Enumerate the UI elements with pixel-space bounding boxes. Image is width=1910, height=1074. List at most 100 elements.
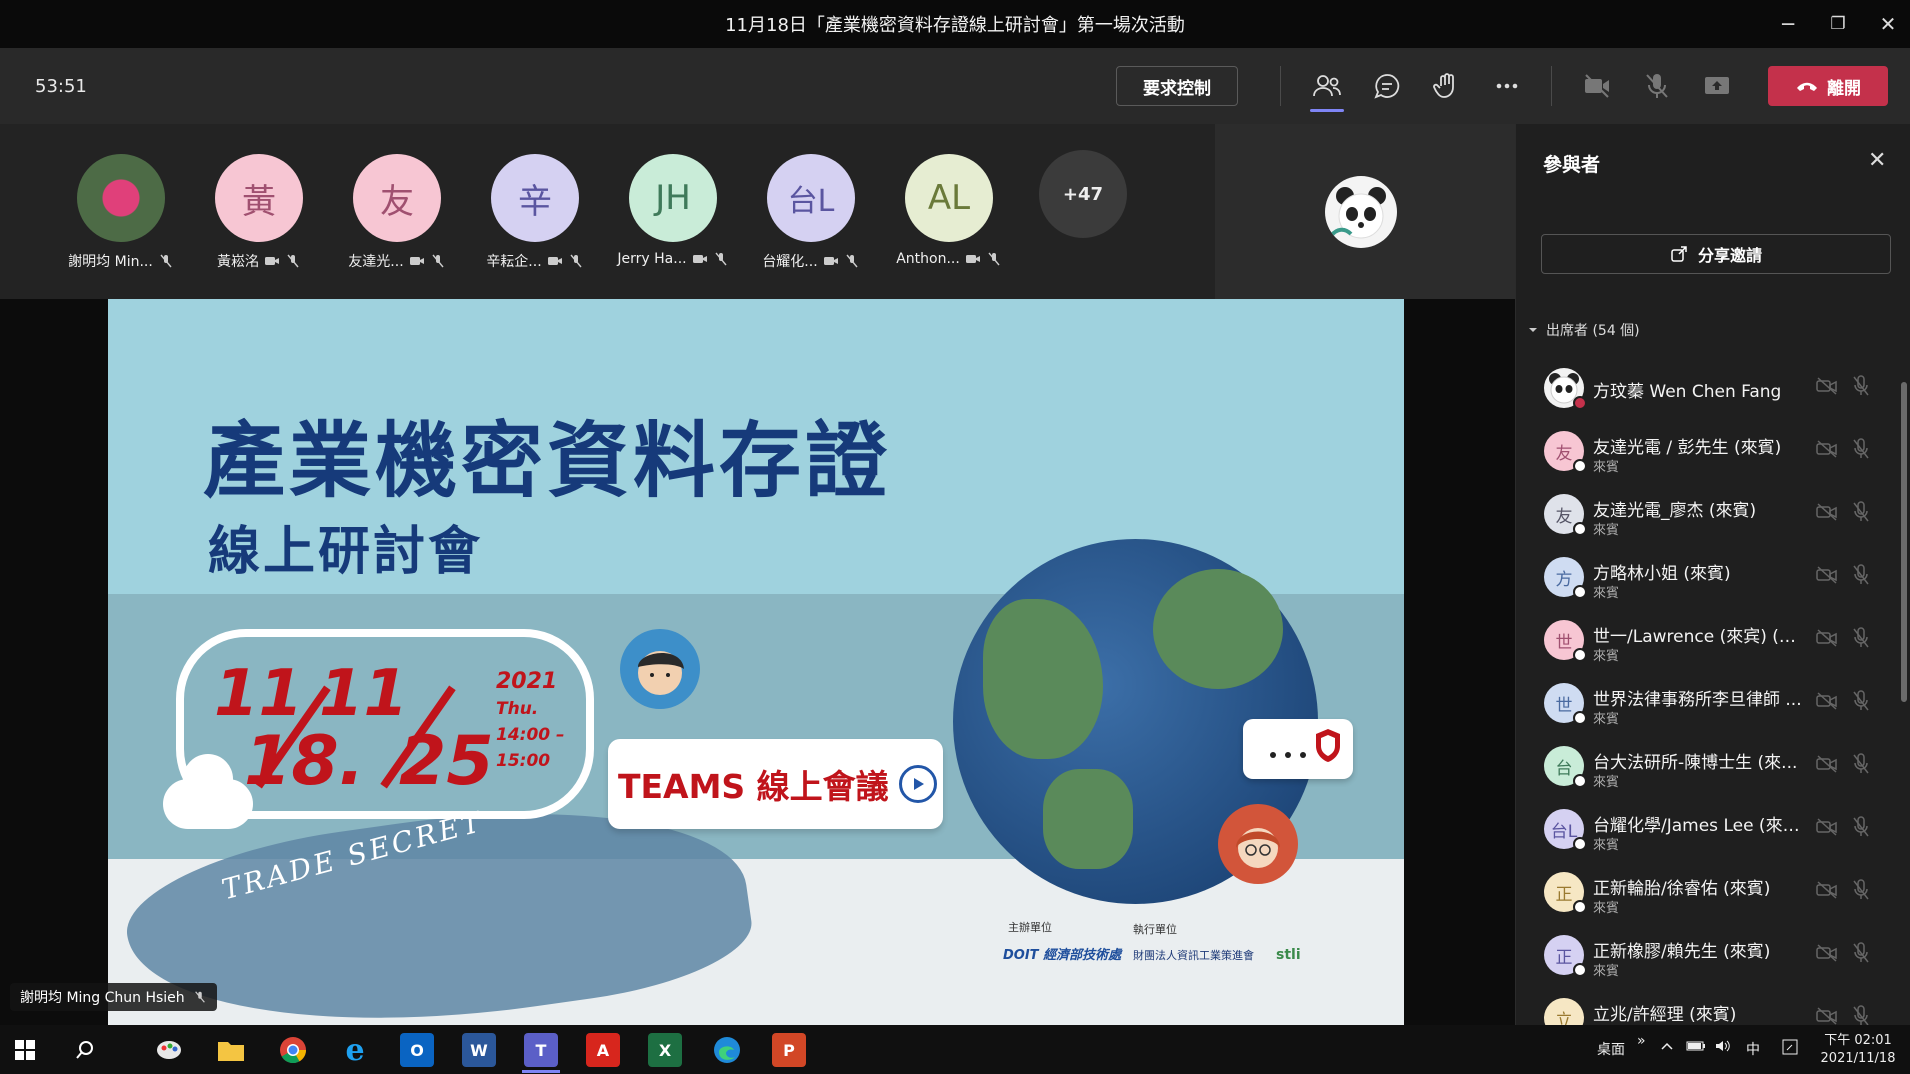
participant-row[interactable]: 方方略林小姐 (來賓) 來賓 xyxy=(1516,543,1896,606)
chevron-icon[interactable]: » xyxy=(1637,1033,1646,1049)
camera-off-icon xyxy=(1816,818,1837,836)
title-bar: 11月18日「產業機密資料存證線上研討會」第一場次活動 ─ ❐ ✕ xyxy=(0,0,1910,48)
hang-up-icon xyxy=(1797,82,1817,91)
system-clock[interactable]: 下午 02:01 2021/11/18 xyxy=(1818,1032,1898,1068)
presence-dot xyxy=(1573,585,1587,599)
paint-icon[interactable] xyxy=(152,1033,186,1067)
participant-name: 友達光電_廖杰 (來賓) xyxy=(1593,501,1757,521)
participant-tile[interactable]: 謝明均 Min... xyxy=(52,154,190,271)
acrobat-icon[interactable]: A xyxy=(586,1033,620,1067)
search-icon[interactable] xyxy=(68,1033,102,1067)
slide-title: 產業機密資料存證 xyxy=(203,414,892,509)
mic-off-icon xyxy=(287,254,299,268)
windows-start-icon[interactable] xyxy=(8,1033,42,1067)
organizer-label: 主辦單位 xyxy=(1008,921,1052,934)
participant-row[interactable]: 友友達光電 / 彭先生 (來賓) 來賓 xyxy=(1516,417,1896,480)
toolbar-divider xyxy=(1280,66,1281,106)
play-icon xyxy=(898,765,937,803)
window-title: 11月18日「產業機密資料存證線上研討會」第一場次活動 xyxy=(725,15,1185,36)
tray-up-icon[interactable] xyxy=(1660,1039,1674,1057)
date-year: 2021 xyxy=(496,669,558,694)
presenter-name-tag: 謝明均 Ming Chun Hsieh xyxy=(10,983,217,1011)
avatar: AL xyxy=(905,154,993,242)
camera-off-icon xyxy=(1816,440,1837,458)
participant-tile[interactable]: 友 友達光... xyxy=(328,154,466,271)
avatar: 台L xyxy=(767,154,855,242)
excel-icon[interactable]: X xyxy=(648,1033,682,1067)
self-video-tile[interactable] xyxy=(1215,124,1515,299)
mic-off-icon[interactable] xyxy=(1632,62,1682,110)
participant-row[interactable]: 世世界法律事務所李旦律師 ... 來賓 xyxy=(1516,669,1896,732)
participant-name: 台耀化學/James Lee (來賓) xyxy=(1593,816,1803,836)
scrollbar[interactable] xyxy=(1901,382,1907,702)
camera-off-icon[interactable] xyxy=(1572,62,1622,110)
participant-row[interactable]: 正正新輪胎/徐睿佑 (來賓) 來賓 xyxy=(1516,858,1896,921)
participant-tile[interactable]: 辛 辛耘企... xyxy=(466,154,604,271)
attendees-section[interactable]: 出席者 (54 個) xyxy=(1528,320,1640,340)
ime-indicator[interactable]: 中 xyxy=(1746,1039,1760,1059)
teams-label: TEAMS 線上會議 xyxy=(618,767,889,806)
participant-row[interactable]: 世世一/Lawrence (來宾) (來... 來賓 xyxy=(1516,606,1896,669)
close-window-button[interactable]: ✕ xyxy=(1863,0,1910,48)
presence-dot xyxy=(1573,900,1587,914)
participant-row[interactable]: 方玟蓁 Wen Chen Fang xyxy=(1516,354,1896,417)
participant-row[interactable]: 台L 台耀化學/James Lee (來賓) 來賓 xyxy=(1516,795,1896,858)
battery-icon[interactable] xyxy=(1686,1039,1706,1057)
participant-role: 來賓 xyxy=(1593,649,1620,664)
file-explorer-icon[interactable] xyxy=(214,1033,248,1067)
volume-icon[interactable] xyxy=(1714,1039,1732,1057)
shared-screen: 產業機密資料存證 線上研討會 11 11 18. 25 2021 Thu. 14… xyxy=(0,299,1515,1025)
mic-off-icon xyxy=(715,252,727,266)
participant-tile[interactable]: AL Anthon... xyxy=(880,154,1018,267)
date-day-1: 18. xyxy=(244,722,365,801)
participant-row[interactable]: 友友達光電_廖杰 (來賓) 來賓 xyxy=(1516,480,1896,543)
chat-icon[interactable] xyxy=(1362,62,1412,110)
shield-card xyxy=(1243,719,1353,779)
people-icon[interactable] xyxy=(1302,62,1352,112)
participant-tile[interactable]: JH Jerry Ha... xyxy=(604,154,742,267)
participant-row[interactable]: 台台大法研所-陳博士生 (來... 來賓 xyxy=(1516,732,1896,795)
more-icon[interactable] xyxy=(1482,62,1532,110)
notes-icon[interactable] xyxy=(1782,1039,1798,1059)
share-invite-button[interactable]: 分享邀請 xyxy=(1541,234,1891,274)
participant-role: 來賓 xyxy=(1593,712,1620,727)
share-icon[interactable] xyxy=(1692,62,1742,110)
word-icon[interactable]: W xyxy=(462,1033,496,1067)
internet-explorer-icon[interactable]: e xyxy=(338,1033,372,1068)
mic-off-icon xyxy=(194,991,205,1003)
leave-button[interactable]: 離開 xyxy=(1768,66,1888,106)
desktop-label[interactable]: 桌面 xyxy=(1597,1039,1625,1059)
presence-dot xyxy=(1573,963,1587,977)
mic-off-icon xyxy=(1853,879,1869,900)
participant-tile[interactable]: 黃 黃崧洺 xyxy=(190,154,328,271)
date-month-1: 11 xyxy=(214,657,304,731)
chrome-icon[interactable] xyxy=(276,1033,310,1067)
avatar: JH xyxy=(629,154,717,242)
teams-icon[interactable]: T xyxy=(524,1033,558,1067)
powerpoint-icon[interactable]: P xyxy=(772,1033,806,1067)
request-control-button[interactable]: 要求控制 xyxy=(1116,66,1238,106)
restore-button[interactable]: ❐ xyxy=(1813,0,1863,48)
participant-name: 辛耘企... xyxy=(486,254,542,270)
camera-off-icon xyxy=(1816,755,1837,773)
share-icon xyxy=(1671,246,1687,262)
presence-dot xyxy=(1573,459,1587,473)
edge-icon[interactable] xyxy=(710,1033,744,1067)
avatar xyxy=(77,154,165,242)
outlook-icon[interactable]: O xyxy=(400,1033,434,1067)
participant-tile[interactable]: 台L 台耀化... xyxy=(742,154,880,271)
participant-name: 方玟蓁 Wen Chen Fang xyxy=(1593,382,1782,402)
raise-hand-icon[interactable] xyxy=(1422,62,1472,110)
mic-off-icon xyxy=(1853,753,1869,774)
more-participants-button[interactable]: +47 xyxy=(1039,150,1127,238)
participant-row[interactable]: 正正新橡膠/賴先生 (來賓) 來賓 xyxy=(1516,921,1896,984)
close-icon[interactable]: ✕ xyxy=(1868,148,1886,173)
participants-panel: 參與者 ✕ 分享邀請 出席者 (54 個) 方玟蓁 Wen Chen Fang 友… xyxy=(1515,124,1910,1042)
mic-off-icon xyxy=(1853,501,1869,522)
mic-off-icon xyxy=(846,254,858,268)
camera-off-icon xyxy=(409,257,424,265)
participant-role: 來賓 xyxy=(1593,775,1620,790)
iii-logo: 財團法人資訊工業策進會 xyxy=(1133,949,1254,962)
minimize-button[interactable]: ─ xyxy=(1763,0,1813,48)
boy-illustration xyxy=(620,629,700,709)
